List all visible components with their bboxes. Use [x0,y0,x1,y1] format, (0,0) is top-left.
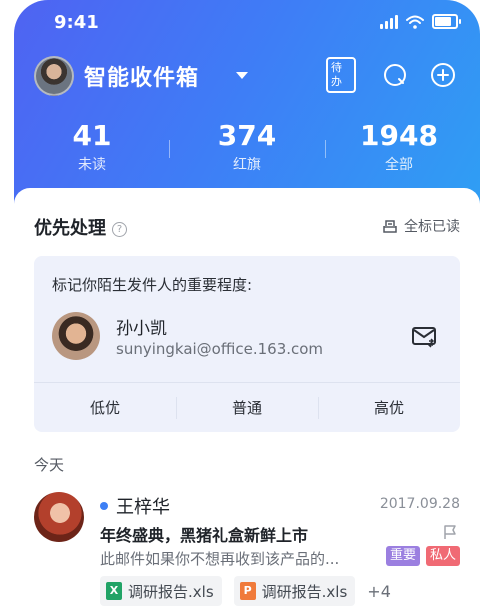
content-card: 优先处理? 全标已读 标记你陌生发件人的重要程度: 孙小凯 sunyingkai… [14,188,480,607]
signal-icon [380,14,398,29]
todo-button[interactable]: 待办 [326,57,356,93]
sender-avatar [52,312,100,360]
section-title-text: 优先处理 [34,218,106,239]
mark-read-icon [383,220,397,233]
stats-row: 41 未读 374 红旗 1948 全部 [14,120,480,180]
attachment-chip[interactable]: X 调研报告.xls [100,576,222,606]
tag-important: 重要 [386,546,421,566]
chevron-down-icon[interactable] [236,72,248,79]
stat-flagged[interactable]: 374 红旗 [187,120,307,174]
mail-sender-name: 王梓华 [116,497,170,518]
header-row: 智能收件箱 待办 [34,54,460,98]
stat-all[interactable]: 1948 全部 [339,120,459,174]
priority-low-button[interactable]: 低优 [34,383,176,433]
header-hero: 9:41 智能收件箱 待办 41 未读 374 红旗 1948 全部 [14,0,480,215]
todo-icon: 待办 [326,57,356,93]
more-attachments-count[interactable]: +4 [367,582,391,601]
sender-email: sunyingkai@office.163.com [116,340,324,358]
search-button[interactable] [380,60,410,90]
stat-all-value: 1948 [360,119,438,152]
plus-circle-icon [431,63,455,87]
stat-all-label: 全部 [385,157,413,173]
divider [169,140,170,158]
search-icon [384,64,406,86]
ppt-file-icon: P [239,582,256,600]
wifi-icon [406,15,424,29]
flag-icon[interactable] [442,524,458,540]
date-group-label: 今天 [34,456,65,474]
compose-button[interactable] [428,60,458,90]
attachment-chip[interactable]: P 调研报告.xls [233,576,356,606]
priority-normal-button[interactable]: 普通 [176,383,318,433]
prompt-question: 标记你陌生发件人的重要程度: [52,276,253,294]
section-title: 优先处理? [34,214,127,240]
stat-unread-value: 41 [72,119,112,152]
mail-sort-icon[interactable] [412,326,438,348]
stat-unread-label: 未读 [78,157,106,173]
mail-subject: 年终盛典，黑猪礼盒新鲜上市 [100,526,309,545]
battery-icon [432,14,461,29]
user-avatar[interactable] [34,56,74,96]
status-bar: 9:41 [14,10,480,36]
mail-sender-avatar [34,492,84,542]
attachment-name: 调研报告.xls [128,582,214,601]
attachments-row: X 调研报告.xls P 调研报告.xls +4 [100,576,391,606]
stat-flagged-label: 红旗 [233,157,261,173]
excel-file-icon: X [106,582,122,600]
stat-unread[interactable]: 41 未读 [32,120,152,174]
stat-flagged-value: 374 [217,119,277,152]
attachment-name: 调研报告.xls [261,582,348,601]
status-time: 9:41 [54,12,99,33]
phone-screen: 9:41 智能收件箱 待办 41 未读 374 红旗 1948 全部 优先处理 … [14,0,480,607]
priority-high-button[interactable]: 高优 [318,383,460,433]
status-icons [380,14,461,29]
priority-prompt-card: 标记你陌生发件人的重要程度: 孙小凯 sunyingkai@office.163… [34,256,460,432]
mark-all-read-button[interactable]: 全标已读 [382,216,460,236]
help-icon[interactable]: ? [112,222,127,237]
mark-all-read-label: 全标已读 [404,219,460,235]
mail-preview: 此邮件如果你不想再收到该产品的... [100,550,340,568]
unread-dot-icon [100,502,108,510]
page-title[interactable]: 智能收件箱 [84,60,199,92]
tag-private: 私人 [426,546,461,566]
sender-name: 孙小凯 [116,319,167,339]
divider [325,140,326,158]
mail-date: 2017.09.28 [379,496,460,512]
mail-list-item[interactable]: 王梓华 2017.09.28 年终盛典，黑猪礼盒新鲜上市 此邮件如果你不想再收到… [14,488,480,607]
priority-options: 低优 普通 高优 [34,382,460,433]
